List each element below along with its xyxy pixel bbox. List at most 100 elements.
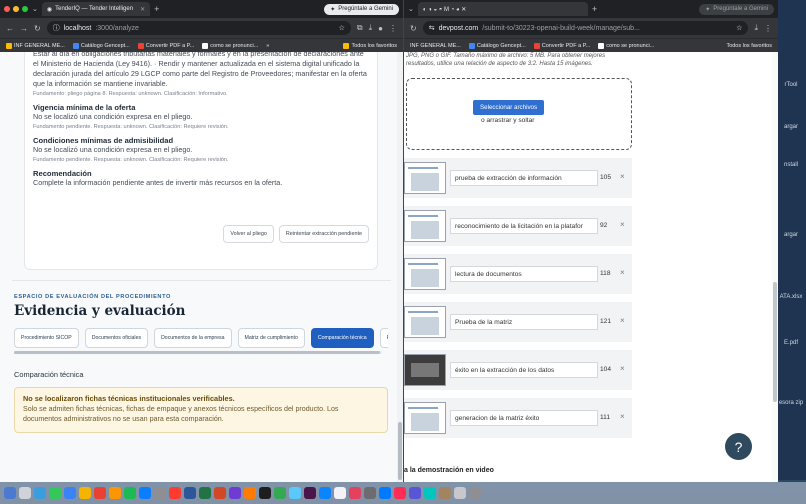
gallery-item[interactable]: generacion de la matriz éxito 111 × bbox=[404, 398, 632, 438]
tab-search-chevron-icon[interactable]: ⌄ bbox=[408, 5, 414, 13]
facetime-icon[interactable] bbox=[379, 487, 391, 499]
extensions-icon[interactable]: ⧉ bbox=[357, 23, 363, 33]
gemini-button[interactable]: ✦ Pregúntale a Gemini bbox=[699, 3, 774, 15]
remove-image-icon[interactable]: × bbox=[620, 316, 625, 325]
all-bookmarks[interactable]: Todos los favoritos bbox=[343, 42, 397, 49]
image-thumbnail[interactable] bbox=[404, 306, 446, 338]
select-files-button[interactable]: Seleccionar archivos bbox=[473, 100, 545, 115]
app-store-icon[interactable] bbox=[139, 487, 151, 499]
bookmark-item[interactable]: como se pronunci... bbox=[202, 42, 258, 49]
all-bookmarks[interactable]: Todos los favoritos bbox=[726, 43, 772, 49]
gallery-item[interactable]: Prueba de la matriz 121 × bbox=[404, 302, 632, 342]
back-to-tender-button[interactable]: Volver al pliego bbox=[223, 225, 274, 243]
calendar-icon[interactable] bbox=[94, 487, 106, 499]
maximize-window-icon[interactable] bbox=[22, 6, 28, 12]
notes-icon[interactable] bbox=[79, 487, 91, 499]
preview-icon[interactable] bbox=[334, 487, 346, 499]
menu-kebab-icon[interactable]: ⋮ bbox=[389, 24, 397, 33]
chrome-icon[interactable] bbox=[274, 487, 286, 499]
new-tab-icon[interactable]: + bbox=[154, 4, 159, 14]
page-scrollbar-thumb[interactable] bbox=[398, 422, 402, 480]
desktop-file-label[interactable]: argar bbox=[778, 232, 804, 238]
page-scrollbar[interactable] bbox=[772, 52, 778, 482]
remove-image-icon[interactable]: × bbox=[620, 412, 625, 421]
minimize-window-icon[interactable] bbox=[13, 6, 19, 12]
close-window-icon[interactable] bbox=[4, 6, 10, 12]
url-field[interactable]: ⓘ localhost:3000/analyze ☆ bbox=[46, 21, 351, 35]
menu-kebab-icon[interactable]: ⋮ bbox=[764, 24, 772, 33]
tab-comparacion-tecnica[interactable]: Comparación técnica bbox=[310, 328, 374, 348]
page-scrollbar-thumb[interactable] bbox=[773, 282, 777, 402]
zoom-icon[interactable] bbox=[289, 487, 301, 499]
tab-tenderiq[interactable]: ◉ TenderIQ — Tender Intelligen ✕ bbox=[41, 2, 151, 16]
tab-search-chevron-icon[interactable]: ⌄ bbox=[32, 5, 38, 13]
download-icon[interactable]: ⤓ bbox=[754, 23, 758, 33]
maps-icon[interactable] bbox=[424, 487, 436, 499]
caption-input[interactable]: prueba de extracción de información bbox=[450, 170, 598, 186]
gallery-item[interactable]: reconocimiento de la licitación en la pl… bbox=[404, 206, 632, 246]
bookmark-item[interactable]: como se pronunci... bbox=[598, 42, 654, 49]
utilities-icon[interactable] bbox=[364, 487, 376, 499]
caption-input[interactable]: reconocimiento de la licitación en la pl… bbox=[450, 218, 598, 234]
tab-documentos-empresa[interactable]: Documentos de la empresa bbox=[154, 328, 232, 348]
tab-procedimiento-sicop[interactable]: Procedimiento SICOP bbox=[14, 328, 79, 348]
remove-image-icon[interactable]: × bbox=[620, 220, 625, 229]
image-thumbnail[interactable] bbox=[404, 162, 446, 194]
download-icon[interactable]: ⤓ bbox=[369, 23, 373, 33]
image-thumbnail[interactable] bbox=[404, 354, 446, 386]
caption-input[interactable]: generacion de la matriz éxito bbox=[450, 410, 598, 426]
downloads-stack-icon[interactable] bbox=[454, 487, 466, 499]
photos-icon[interactable] bbox=[109, 487, 121, 499]
reload-icon[interactable]: ↻ bbox=[34, 24, 41, 33]
bookmark-item[interactable]: Convertir PDF a P... bbox=[137, 42, 194, 49]
desktop-file-label[interactable]: rTool bbox=[778, 82, 804, 88]
slack-icon[interactable] bbox=[304, 487, 316, 499]
tab-strip-pinned[interactable]: ◐ ◑ ◒ ◓ M ◔ ◕ ✕ bbox=[417, 2, 588, 16]
books-icon[interactable] bbox=[439, 487, 451, 499]
desktop-file-label[interactable]: argar bbox=[778, 124, 804, 130]
new-tab-icon[interactable]: + bbox=[592, 4, 597, 14]
bookmark-item[interactable]: Convertir PDF a P... bbox=[533, 42, 590, 49]
reload-icon[interactable]: ↻ bbox=[410, 24, 417, 33]
safari-icon[interactable] bbox=[34, 487, 46, 499]
terminal-icon[interactable] bbox=[259, 487, 271, 499]
mail-icon[interactable] bbox=[64, 487, 76, 499]
desktop-file-label[interactable]: nstall bbox=[778, 162, 804, 168]
acrobat-icon[interactable] bbox=[394, 487, 406, 499]
instagram-icon[interactable] bbox=[349, 487, 361, 499]
spotify-icon[interactable] bbox=[124, 487, 136, 499]
desktop-file-label[interactable]: ATA.xlsx bbox=[778, 294, 804, 300]
image-thumbnail[interactable] bbox=[404, 258, 446, 290]
word-icon[interactable] bbox=[184, 487, 196, 499]
remove-image-icon[interactable]: × bbox=[620, 172, 625, 181]
profile-avatar[interactable]: ● bbox=[378, 24, 383, 33]
bookmark-item[interactable]: INF GENERAL ME... bbox=[410, 43, 461, 49]
remove-image-icon[interactable]: × bbox=[620, 268, 625, 277]
tab-recomendacion[interactable]: Recomendación bbox=[379, 328, 388, 348]
caption-input[interactable]: éxito en la extracción de los datos bbox=[450, 362, 598, 378]
settings-icon[interactable] bbox=[154, 487, 166, 499]
illustrator-icon[interactable] bbox=[244, 487, 256, 499]
forward-icon[interactable]: → bbox=[20, 24, 28, 33]
gallery-item[interactable]: lectura de documentos 118 × bbox=[404, 254, 632, 294]
trash-icon[interactable] bbox=[469, 487, 481, 499]
retry-extraction-button[interactable]: Reintentar extracción pendiente bbox=[278, 225, 369, 243]
tab-matriz-cumplimiento[interactable]: Matriz de cumplimiento bbox=[237, 328, 305, 348]
desktop-file-label[interactable]: E.pdf bbox=[778, 340, 804, 346]
gemini-button[interactable]: ✦ Pregúntale a Gemini bbox=[324, 3, 399, 15]
finder-icon[interactable] bbox=[4, 487, 16, 499]
close-tab-icon[interactable]: ✕ bbox=[140, 6, 145, 13]
gallery-item[interactable]: éxito en la extracción de los datos 104 … bbox=[404, 350, 632, 390]
bookmarks-more-icon[interactable]: » bbox=[266, 43, 269, 49]
teams-icon[interactable] bbox=[229, 487, 241, 499]
back-icon[interactable]: ← bbox=[6, 24, 14, 33]
launchpad-icon[interactable] bbox=[19, 487, 31, 499]
messages-icon[interactable] bbox=[49, 487, 61, 499]
gallery-item[interactable]: prueba de extracción de información 105 … bbox=[404, 158, 632, 198]
image-thumbnail[interactable] bbox=[404, 210, 446, 242]
desktop-file-label[interactable]: esora zip bbox=[778, 400, 804, 406]
bookmark-star-icon[interactable]: ☆ bbox=[736, 24, 742, 32]
image-dropzone[interactable]: Seleccionar archivos o arrastrar y solta… bbox=[406, 78, 632, 150]
url-field[interactable]: ⇆ devpost.com/submit-to/30223-openai-bui… bbox=[422, 21, 749, 35]
image-thumbnail[interactable] bbox=[404, 402, 446, 434]
